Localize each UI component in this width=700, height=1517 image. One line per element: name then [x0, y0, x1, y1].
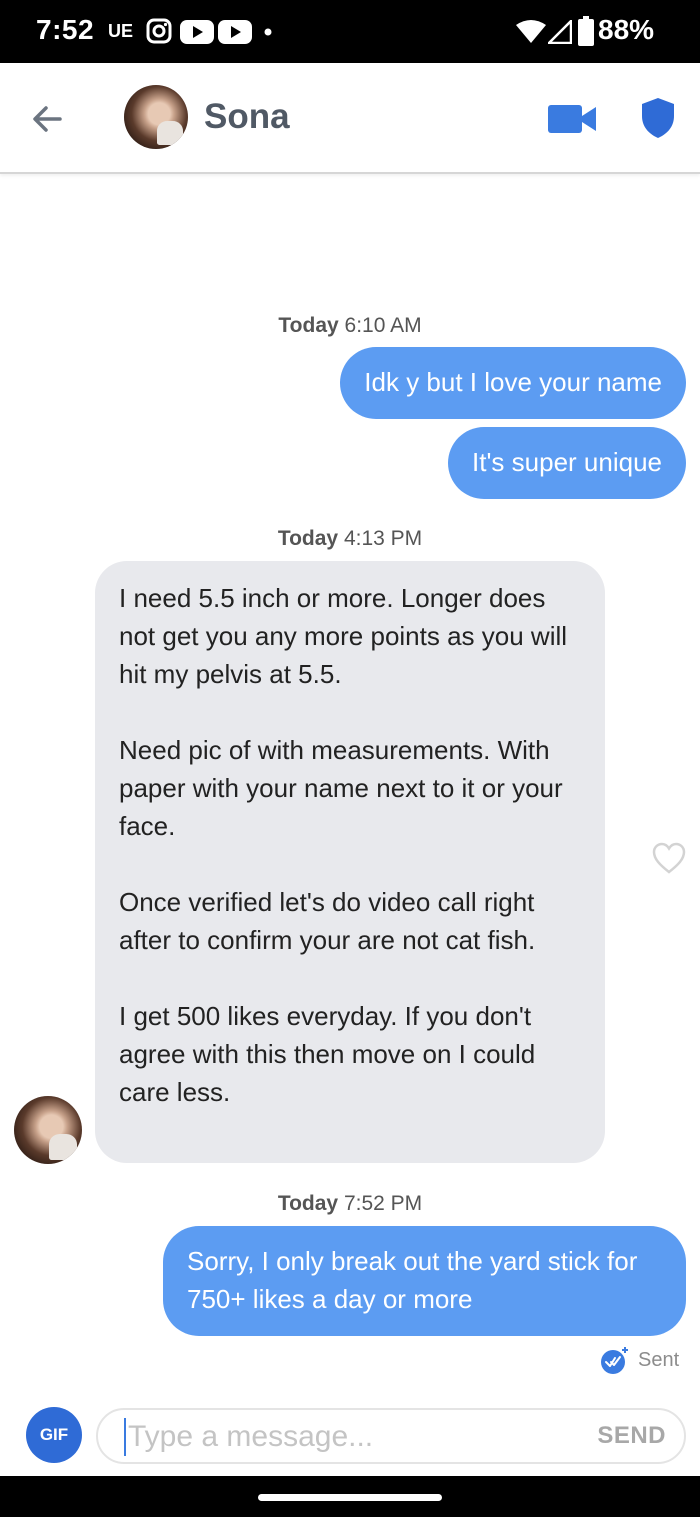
gif-button[interactable]: GIF: [26, 1407, 82, 1463]
instagram-icon: [146, 18, 172, 44]
contact-name[interactable]: Sona: [204, 97, 290, 137]
message-input-container: SEND: [96, 1408, 686, 1464]
shield-icon[interactable]: [640, 97, 676, 139]
timestamp-time: 7:52 PM: [343, 1192, 423, 1215]
home-gesture-handle[interactable]: [258, 1494, 442, 1501]
dot-icon: [264, 28, 272, 36]
status-bar: 7:52 UE 88%: [0, 0, 700, 63]
status-time: 7:52: [36, 14, 95, 45]
message-input[interactable]: [124, 1418, 570, 1456]
battery-percent: 88%: [598, 14, 655, 45]
send-button[interactable]: SEND: [597, 1422, 666, 1450]
sent-check-icon: [601, 1347, 628, 1374]
arrow-left-icon[interactable]: [26, 97, 70, 141]
wifi-icon: [516, 20, 546, 43]
battery-icon: [578, 16, 594, 46]
heart-icon[interactable]: [652, 842, 686, 874]
timestamp-day: Today: [278, 314, 339, 337]
video-camera-icon[interactable]: [548, 103, 598, 135]
sent-label: Sent: [638, 1349, 680, 1371]
timestamp-day: Today: [277, 1192, 339, 1215]
timestamp: Today 4:13 PM: [0, 527, 700, 551]
contact-avatar[interactable]: [124, 85, 188, 149]
message-bubble-outgoing[interactable]: It's super unique: [448, 427, 686, 499]
carrier-badge: UE: [108, 21, 134, 41]
delivery-status: Sent: [598, 1346, 679, 1376]
timestamp: Today 7:52 PM: [0, 1192, 700, 1216]
timestamp-time: 6:10 AM: [344, 314, 422, 337]
signal-icon: [548, 20, 572, 44]
message-bubble-incoming[interactable]: I need 5.5 inch or more. Longer does not…: [95, 561, 605, 1163]
chat-header: Sona: [0, 63, 700, 174]
message-bubble-outgoing[interactable]: Sorry, I only break out the yard stick f…: [163, 1226, 686, 1336]
system-nav-bar: [0, 1476, 700, 1517]
timestamp-day: Today: [277, 527, 339, 550]
message-bubble-outgoing[interactable]: Idk y but I love your name: [340, 347, 686, 419]
sender-avatar[interactable]: [14, 1096, 82, 1164]
youtube-icon: [218, 20, 252, 44]
timestamp: Today 6:10 AM: [0, 314, 700, 338]
timestamp-time: 4:13 PM: [343, 527, 423, 550]
youtube-icon: [180, 20, 214, 44]
